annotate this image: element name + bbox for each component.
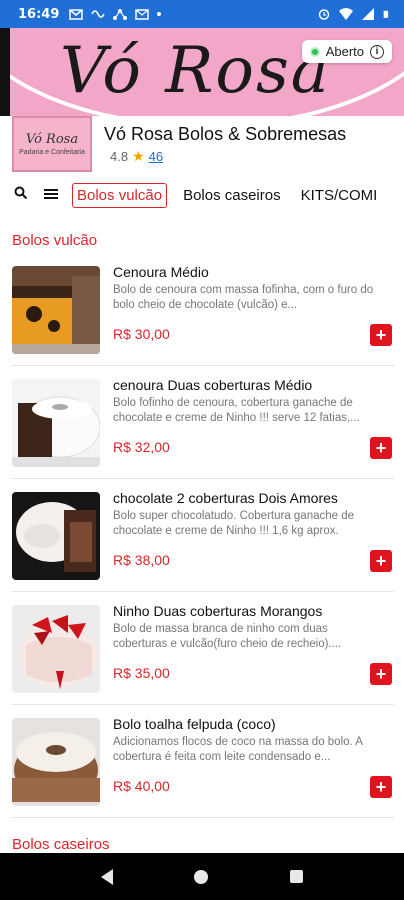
divider	[12, 478, 394, 479]
search-icon[interactable]	[12, 186, 30, 204]
banner-title: Vó Rosa	[60, 34, 331, 108]
category-tabs: Bolos vulcão Bolos caseiros KITS/COMI	[0, 180, 404, 210]
status-bar: 16:49	[0, 0, 404, 28]
wifi-icon	[339, 8, 353, 20]
logo-subtitle: Padaria e Confeitaria	[19, 149, 85, 156]
store-header: Vó Rosa Padaria e Confeitaria Vó Rosa Bo…	[0, 116, 404, 180]
product-card[interactable]: cenoura Duas coberturas Médio Bolo fofin…	[0, 367, 404, 479]
product-price: R$ 35,00	[113, 665, 170, 681]
tab-bolos-vulcao[interactable]: Bolos vulcão	[72, 182, 168, 208]
add-to-cart-button[interactable]: +	[370, 324, 392, 346]
product-name: Ninho Duas coberturas Morangos	[113, 603, 323, 619]
store-logo: Vó Rosa Padaria e Confeitaria	[12, 116, 92, 172]
tab-kits[interactable]: KITS/COMI	[297, 184, 382, 207]
store-banner: Vó Rosa Aberto i	[0, 28, 404, 116]
section-title-caseiros: Bolos caseiros	[12, 836, 110, 853]
product-price: R$ 30,00	[113, 326, 170, 342]
add-to-cart-button[interactable]: +	[370, 550, 392, 572]
banner-edge	[0, 28, 10, 116]
divider	[12, 817, 394, 818]
store-rating: 4.8 ★ 46	[110, 148, 163, 165]
add-to-cart-button[interactable]: +	[370, 663, 392, 685]
battery-icon	[383, 10, 389, 18]
notification-dot-icon	[157, 12, 162, 16]
product-image	[12, 379, 100, 467]
home-icon[interactable]	[194, 869, 209, 884]
back-icon[interactable]	[100, 868, 113, 885]
product-price: R$ 40,00	[113, 778, 170, 794]
product-card[interactable]: Bolo toalha felpuda (coco) Adicionamos f…	[0, 706, 404, 818]
divider	[12, 365, 394, 366]
add-to-cart-button[interactable]: +	[370, 776, 392, 798]
divider	[12, 704, 394, 705]
system-navigation-bar	[0, 853, 404, 900]
section-title-vulcao: Bolos vulcão	[12, 232, 98, 249]
tab-bolos-caseiros[interactable]: Bolos caseiros	[179, 184, 285, 207]
status-time: 16:49	[18, 6, 60, 22]
open-status-dot-icon	[309, 46, 320, 57]
product-card[interactable]: chocolate 2 coberturas Dois Amores Bolo …	[0, 480, 404, 592]
star-icon: ★	[132, 148, 145, 164]
mixed-notification-icon	[91, 10, 106, 18]
recent-apps-icon[interactable]	[290, 870, 304, 883]
product-name: chocolate 2 coberturas Dois Amores	[113, 490, 338, 506]
divider	[12, 591, 394, 592]
add-to-cart-button[interactable]: +	[370, 437, 392, 459]
product-description: Adicionamos flocos de coco na massa do b…	[113, 736, 363, 763]
product-image	[12, 492, 100, 580]
alarm-icon	[318, 9, 330, 20]
product-description: Bolo super chocolatudo. Cobertura ganach…	[113, 510, 355, 537]
menu-icon[interactable]	[42, 187, 60, 204]
open-status-badge[interactable]: Aberto i	[301, 40, 392, 63]
open-status-label: Aberto	[325, 44, 364, 59]
product-description: Bolo de massa branca de ninho com duas c…	[113, 623, 342, 650]
product-card[interactable]: Cenoura Médio Bolo de cenoura com massa …	[0, 254, 404, 366]
product-image	[12, 605, 100, 693]
product-name: Bolo toalha felpuda (coco)	[113, 716, 276, 732]
rating-value: 4.8	[110, 149, 129, 164]
product-image	[12, 718, 100, 806]
product-image	[12, 266, 100, 354]
product-description: Bolo fofinho de cenoura, cobertura ganac…	[113, 397, 360, 424]
product-description: Bolo de cenoura com massa fofinha, com o…	[113, 284, 374, 311]
product-name: cenoura Duas coberturas Médio	[113, 377, 313, 393]
logo-title: Vó Rosa	[25, 132, 79, 147]
mail-icon	[135, 9, 150, 20]
network-share-icon	[113, 9, 128, 20]
product-price: R$ 38,00	[113, 552, 170, 568]
info-icon: i	[370, 44, 384, 59]
product-card[interactable]: Ninho Duas coberturas Morangos Bolo de m…	[0, 593, 404, 705]
product-name: Cenoura Médio	[113, 264, 209, 280]
rating-count-link[interactable]: 46	[149, 149, 163, 164]
gmail-icon	[69, 9, 84, 20]
notification-icons	[69, 8, 162, 20]
store-name: Vó Rosa Bolos & Sobremesas	[104, 124, 347, 144]
product-price: R$ 32,00	[113, 439, 170, 455]
signal-icon	[362, 8, 374, 20]
